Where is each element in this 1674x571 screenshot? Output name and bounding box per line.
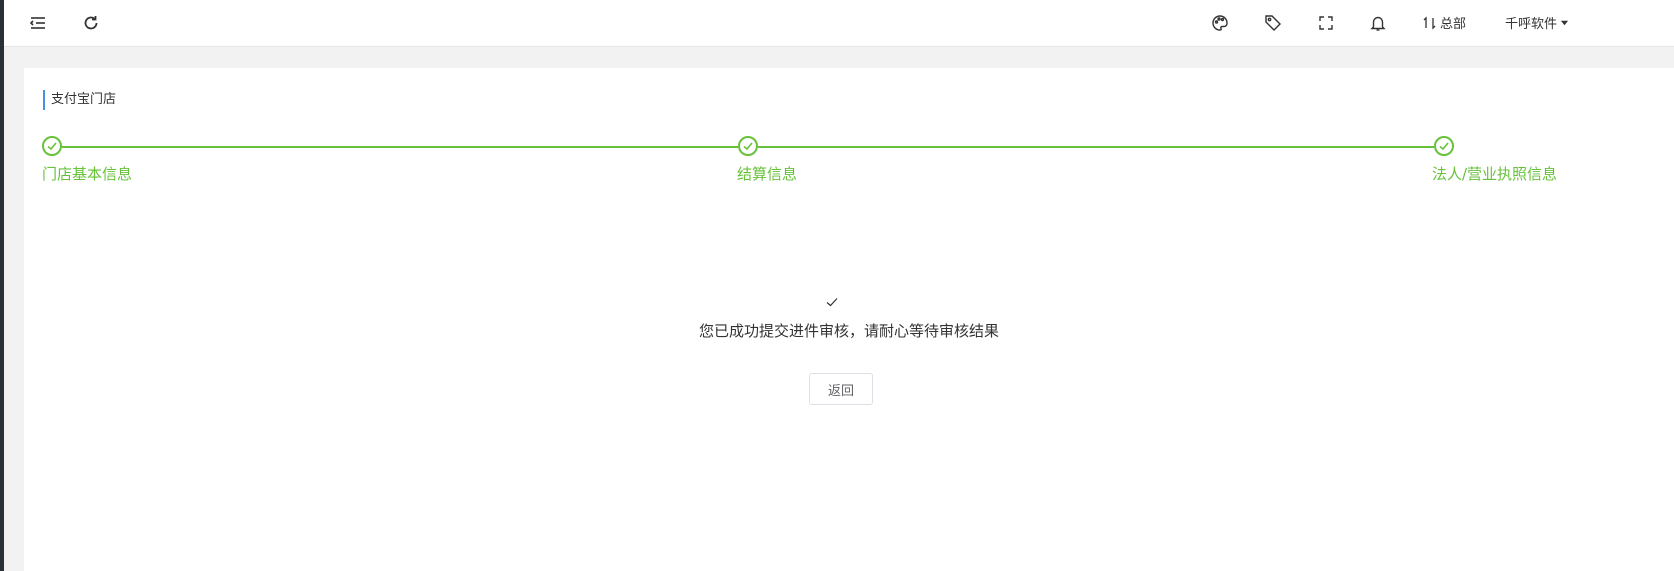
result-message: 您已成功提交进件审核，请耐心等待审核结果 [698,322,999,340]
page-title: 支付宝门店 [43,90,116,110]
back-button[interactable]: 返回 [809,373,873,405]
menu-fold-icon[interactable] [27,12,49,34]
user-label: 千呼软件 [1505,17,1558,32]
top-bar: 总部 千呼软件 [4,0,1674,47]
branch-label: 总部 [1440,17,1467,32]
step-1-check-icon [42,136,62,156]
tag-icon[interactable] [1262,12,1284,34]
step-1-label: 门店基本信息 [42,165,133,183]
fullscreen-icon[interactable] [1315,12,1337,34]
success-check-icon [826,298,838,307]
refresh-icon[interactable] [80,12,102,34]
bell-icon[interactable] [1367,12,1389,34]
user-dropdown[interactable]: 千呼软件 [1505,13,1569,32]
sidebar-edge [0,0,4,571]
step-connector [758,146,1434,148]
palette-icon[interactable] [1209,12,1231,34]
switch-icon [1423,15,1436,30]
branch-switch[interactable]: 总部 [1423,13,1466,32]
step-3-label: 法人/营业执照信息 [1432,165,1558,183]
step-connector [62,146,738,148]
steps-progress: 门店基本信息 结算信息 法人/营业执照信息 [24,124,1674,184]
caret-down-icon [1560,20,1569,26]
content-card: 支付宝门店 门店基本信息 结算信息 法人/营业执照信息 您已成功提交进件审核，请… [24,68,1674,571]
step-2-label: 结算信息 [737,165,798,183]
step-3-check-icon [1434,136,1454,156]
step-2-check-icon [738,136,758,156]
